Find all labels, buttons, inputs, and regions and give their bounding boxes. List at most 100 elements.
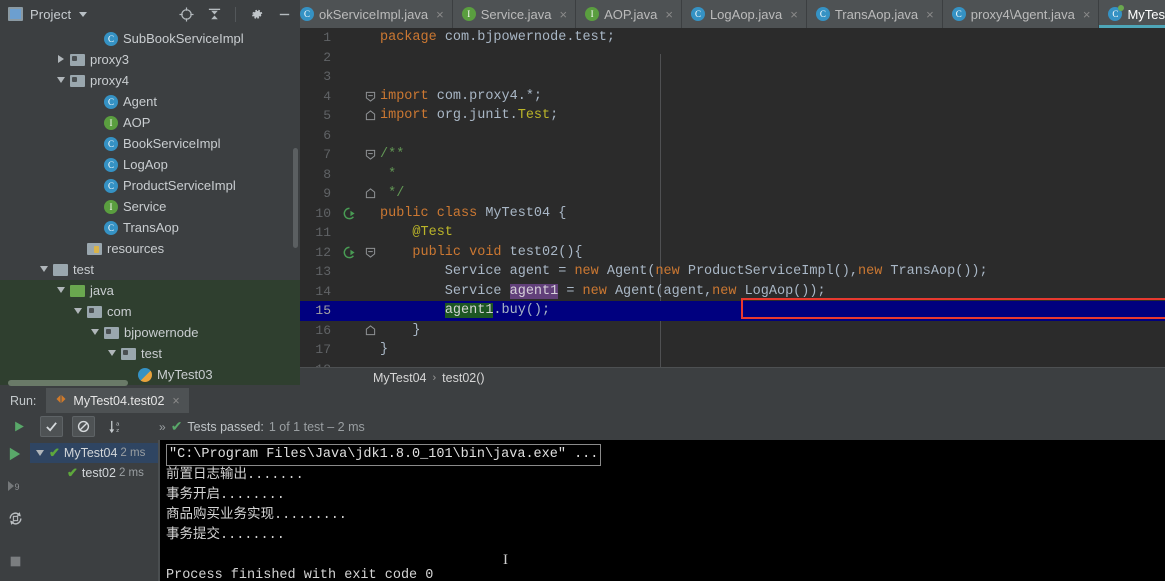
editor-tab[interactable]: I Service.java ×: [452, 0, 577, 28]
breadcrumb[interactable]: MyTest04 › test02(): [300, 367, 1165, 388]
tree-node[interactable]: test: [0, 259, 300, 280]
editor-tab[interactable]: C TransAop.java ×: [806, 0, 943, 28]
test-results-tree[interactable]: ✔ MyTest04 2 ms ✔ test02 2 ms: [30, 440, 160, 581]
minimize-icon[interactable]: [277, 7, 292, 22]
tree-node[interactable]: proxy3: [0, 49, 300, 70]
rerun-tests-icon[interactable]: [8, 416, 31, 437]
tree-node[interactable]: C SubBookServiceImpl: [0, 28, 300, 49]
tree-node[interactable]: bjpowernode: [0, 322, 300, 343]
breadcrumb-method[interactable]: test02(): [442, 371, 484, 385]
tree-down-arrow-icon[interactable]: [40, 265, 49, 274]
tree-vertical-scrollbar[interactable]: [293, 148, 298, 248]
breadcrumb-class[interactable]: MyTest04: [373, 371, 427, 385]
code-line[interactable]: 1 package com.bjpowernode.test;: [300, 28, 1165, 48]
tree-node[interactable]: C BookServiceImpl: [0, 133, 300, 154]
rerun-auto-icon[interactable]: [7, 510, 24, 532]
line-number: 15: [315, 303, 331, 319]
tree-node[interactable]: C TransAop: [0, 217, 300, 238]
code-line[interactable]: 3: [300, 67, 1165, 87]
close-icon[interactable]: ×: [172, 394, 179, 408]
show-passed-toggle-icon[interactable]: [40, 416, 63, 437]
tree-right-arrow-icon[interactable]: [57, 55, 66, 64]
locate-target-icon[interactable]: [179, 6, 194, 22]
code-line[interactable]: 8 *: [300, 165, 1165, 185]
editor-tab[interactable]: C okServiceImpl.java ×: [300, 0, 453, 28]
settings-gear-icon[interactable]: [249, 7, 264, 22]
stop-icon[interactable]: [8, 554, 23, 574]
code-line[interactable]: 14 Service agent1 = new Agent(agent,new …: [300, 282, 1165, 302]
code-text: }: [380, 342, 389, 358]
tree-node[interactable]: test: [0, 343, 300, 364]
fold-minus-icon[interactable]: [360, 149, 380, 160]
collapse-all-icon[interactable]: [207, 7, 222, 22]
tree-down-arrow-icon[interactable]: [57, 286, 66, 295]
run-configuration-tab[interactable]: MyTest04.test02 ×: [46, 388, 189, 413]
close-icon[interactable]: ×: [790, 8, 798, 21]
run-gutter-icon[interactable]: [338, 207, 360, 220]
close-icon[interactable]: ×: [560, 8, 568, 21]
tree-down-arrow-icon[interactable]: [108, 349, 117, 358]
console-output[interactable]: "C:\Program Files\Java\jdk1.8.0_101\bin\…: [160, 440, 1165, 581]
tree-node[interactable]: C ProductServiceImpl: [0, 175, 300, 196]
code-editor[interactable]: 1 package com.bjpowernode.test; 2 3 4 import …: [300, 28, 1165, 388]
expand-chevrons-icon[interactable]: »: [159, 420, 166, 434]
editor-tab[interactable]: C proxy4\Agent.java ×: [942, 0, 1100, 28]
close-icon[interactable]: ×: [436, 8, 444, 21]
tree-down-arrow-icon[interactable]: [57, 76, 66, 85]
line-number: 17: [315, 342, 331, 358]
code-line[interactable]: 4 import com.proxy4.*;: [300, 87, 1165, 107]
close-icon[interactable]: ×: [926, 8, 934, 21]
code-line[interactable]: 10 public class MyTest04 {: [300, 204, 1165, 224]
code-line[interactable]: 5 import org.junit.Test;: [300, 106, 1165, 126]
tree-node[interactable]: proxy4: [0, 70, 300, 91]
hide-ignored-toggle-icon[interactable]: [72, 416, 95, 437]
code-text: *: [380, 166, 397, 182]
code-line[interactable]: 7 /**: [300, 145, 1165, 165]
tree-down-arrow-icon[interactable]: [74, 307, 83, 316]
code-line[interactable]: 13 Service agent = new Agent(new Product…: [300, 262, 1165, 282]
tree-node[interactable]: java: [0, 280, 300, 301]
close-icon[interactable]: ×: [665, 8, 673, 21]
tree-node[interactable]: C Agent: [0, 91, 300, 112]
tree-node[interactable]: resources: [0, 238, 300, 259]
fold-minus-icon[interactable]: [360, 247, 380, 258]
tree-down-arrow-icon[interactable]: [91, 328, 100, 337]
fold-end-icon[interactable]: [360, 188, 380, 199]
tree-node[interactable]: C LogAop: [0, 154, 300, 175]
tree-node[interactable]: I AOP: [0, 112, 300, 133]
test-tree-row[interactable]: ✔ test02 2 ms: [30, 463, 160, 483]
test-duration: 2 ms: [118, 467, 144, 479]
close-icon[interactable]: ×: [1083, 8, 1091, 21]
code-line[interactable]: 2: [300, 48, 1165, 68]
tree-horizontal-scrollbar[interactable]: [8, 380, 128, 386]
code-line[interactable]: 15 agent1.buy();: [300, 301, 1165, 321]
fold-minus-icon[interactable]: [360, 91, 380, 102]
chevron-down-icon[interactable]: [79, 11, 88, 17]
code-line[interactable]: 16 }: [300, 321, 1165, 341]
tree-node[interactable]: I Service: [0, 196, 300, 217]
code-line[interactable]: 17}: [300, 340, 1165, 360]
project-tree[interactable]: C SubBookServiceImpl proxy3 proxy4 C Agent I AO…: [0, 28, 300, 388]
editor-tab[interactable]: I AOP.java ×: [576, 0, 682, 28]
tree-down-arrow-icon[interactable]: [36, 449, 45, 458]
editor-tab-active[interactable]: C MyTest04.java ×: [1099, 0, 1165, 28]
tree-node-label: Service: [123, 199, 167, 214]
run-green-icon[interactable]: [7, 446, 23, 467]
code-line[interactable]: 11 @Test: [300, 223, 1165, 243]
test-tree-row[interactable]: ✔ MyTest04 2 ms: [30, 443, 160, 463]
fold-end-icon[interactable]: [360, 110, 380, 121]
tree-node-label: test: [141, 346, 162, 361]
code-line[interactable]: 12 public void test02(){: [300, 243, 1165, 263]
rerun-failed-icon[interactable]: 9: [7, 478, 23, 499]
fold-end-icon[interactable]: [360, 325, 380, 336]
tree-node-label: Agent: [123, 94, 157, 109]
code-line[interactable]: 6: [300, 126, 1165, 146]
interface-icon: I: [104, 115, 118, 130]
tree-node[interactable]: com: [0, 301, 300, 322]
editor-tab[interactable]: C LogAop.java ×: [681, 0, 807, 28]
run-gutter-icon[interactable]: [338, 246, 360, 259]
sort-alphabetically-icon[interactable]: az: [104, 416, 127, 437]
code-line[interactable]: 9 */: [300, 184, 1165, 204]
